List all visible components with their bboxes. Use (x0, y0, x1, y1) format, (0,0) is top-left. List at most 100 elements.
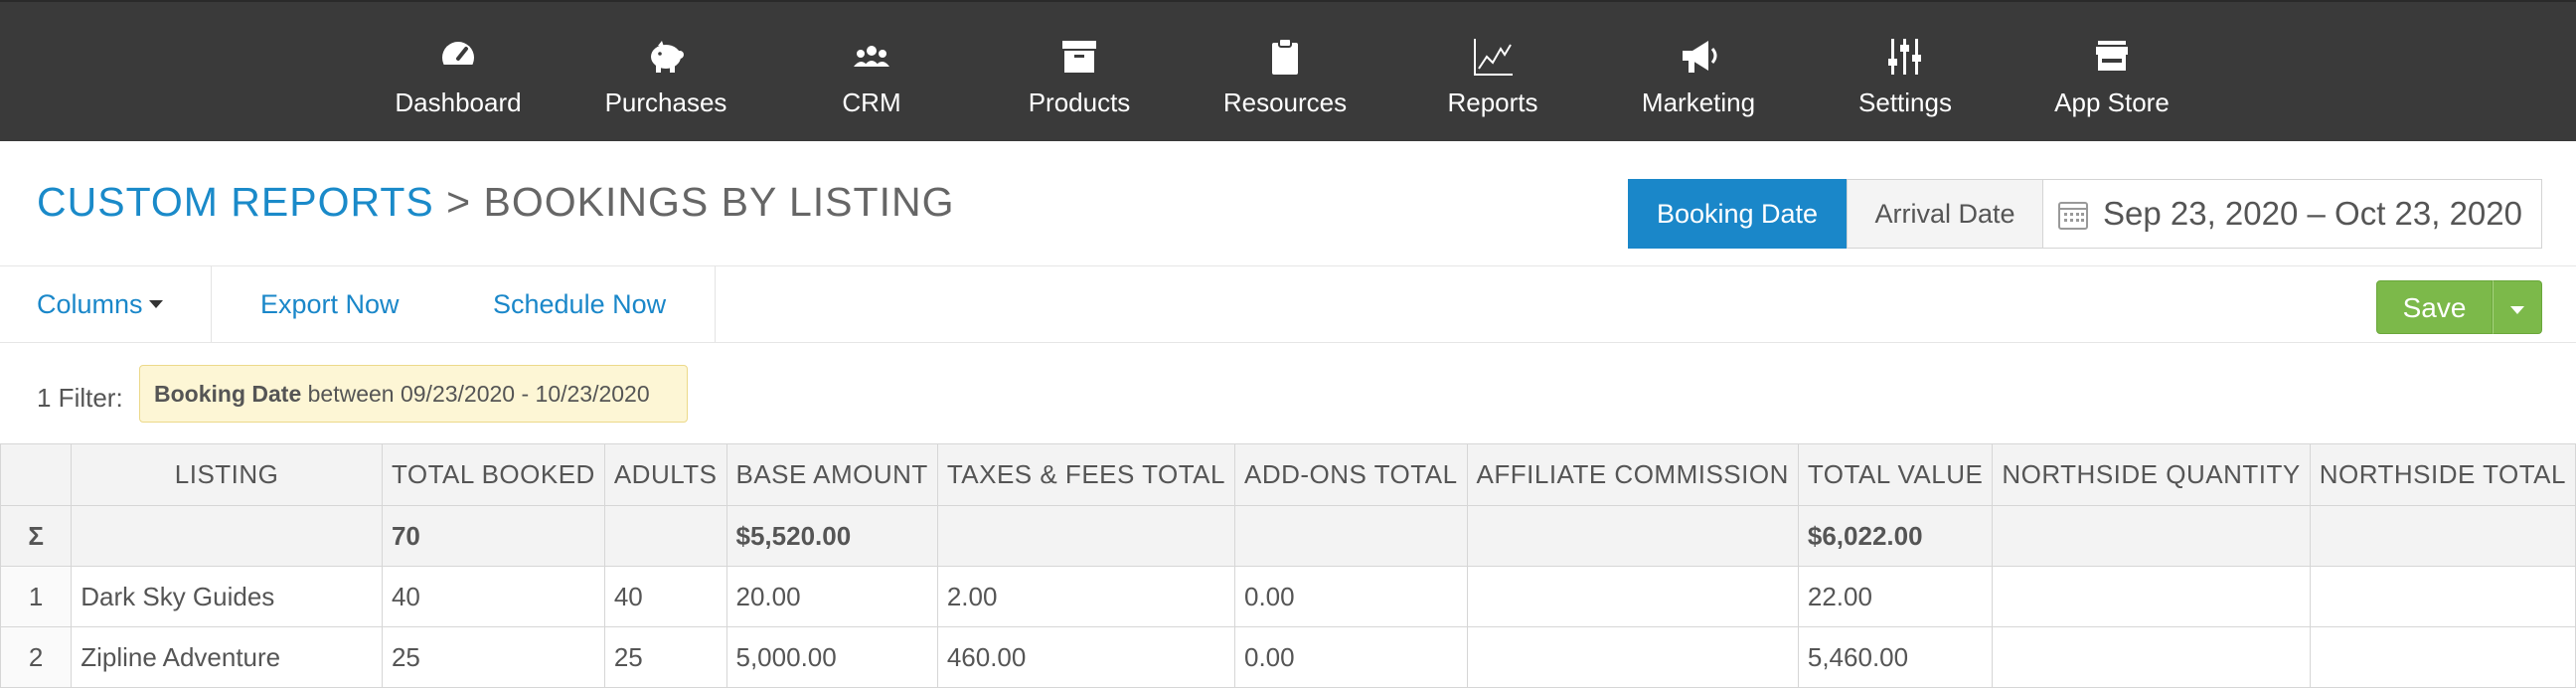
total-cell (2309, 505, 2576, 567)
table-cell (1992, 626, 2311, 688)
table-cell: 0.00 (1234, 626, 1468, 688)
column-header-total-value[interactable]: TOTAL VALUE (1797, 443, 1994, 506)
row-index: 1 (0, 566, 73, 627)
export-now-button[interactable]: Export Now (260, 266, 400, 342)
breadcrumb-separator: > (446, 179, 472, 225)
column-header-adults[interactable]: ADULTS (603, 443, 727, 506)
megaphone-icon (1677, 35, 1720, 79)
nav-label: Resources (1222, 87, 1348, 117)
users-group-icon (850, 35, 893, 79)
save-button[interactable]: Save (2376, 280, 2493, 334)
total-cell: $6,022.00 (1797, 505, 1994, 567)
nav-label: Marketing (1641, 87, 1756, 117)
clipboard-icon (1263, 35, 1307, 79)
nav-label: Reports (1447, 87, 1538, 117)
filter-chip[interactable]: Booking Date between 09/23/2020 - 10/23/… (139, 365, 688, 423)
table-cell (1992, 566, 2311, 627)
page-title: BOOKINGS BY LISTING (483, 179, 955, 225)
table-cell: 5,000.00 (725, 626, 938, 688)
table-cell: 25 (381, 626, 605, 688)
table-cell: 20.00 (725, 566, 938, 627)
toolbar-separator (211, 266, 212, 342)
total-cell: $5,520.00 (725, 505, 938, 567)
column-header-base-amount[interactable]: BASE AMOUNT (725, 443, 938, 506)
line-chart-icon (1471, 35, 1515, 79)
table-cell (1466, 626, 1799, 688)
total-cell (1466, 505, 1799, 567)
nav-dashboard[interactable]: Dashboard (369, 2, 548, 143)
nav-purchases[interactable]: Purchases (576, 2, 755, 143)
nav-products[interactable]: Products (990, 2, 1169, 143)
nav-app-store[interactable]: App Store (2022, 2, 2201, 143)
table-cell (1466, 566, 1799, 627)
archive-box-icon (1057, 35, 1101, 79)
nav-label: Dashboard (395, 87, 522, 117)
table-cell: Zipline Adventure (71, 626, 383, 688)
chevron-down-icon (148, 300, 163, 309)
column-header-add-ons-total[interactable]: ADD-ONS TOTAL (1234, 443, 1468, 506)
column-header-northside-quantity[interactable]: NORTHSIDE QUANTITY (1992, 443, 2311, 506)
columns-label: Columns (37, 289, 143, 319)
divider (0, 342, 2576, 343)
calendar-icon (2057, 199, 2089, 231)
chevron-down-icon (2510, 306, 2524, 314)
totals-row: Σ 70 $5,520.00 $6,022.00 (0, 505, 2576, 567)
nav-reports[interactable]: Reports (1403, 2, 1582, 143)
toolbar-separator (715, 266, 716, 342)
column-header-northside-total[interactable]: NORTHSIDE TOTAL (2309, 443, 2576, 506)
top-navigation: Dashboard Purchases CRM Products Resourc… (0, 0, 2576, 141)
table-cell: 40 (381, 566, 605, 627)
column-header-taxes-fees-total[interactable]: TAXES & FEES TOTAL (936, 443, 1236, 506)
total-cell: 70 (381, 505, 605, 567)
columns-dropdown[interactable]: Columns (37, 266, 163, 342)
filter-field: Booking Date (154, 381, 302, 407)
total-cell (1234, 505, 1468, 567)
date-range-text: Sep 23, 2020 – Oct 23, 2020 (2103, 195, 2522, 232)
nav-marketing[interactable]: Marketing (1609, 2, 1788, 143)
nav-crm[interactable]: CRM (782, 2, 961, 143)
table-cell: 460.00 (936, 626, 1236, 688)
table-cell: Dark Sky Guides (71, 566, 383, 627)
nav-resources[interactable]: Resources (1196, 2, 1374, 143)
save-options-button[interactable] (2493, 280, 2542, 334)
column-header-affiliate-commission[interactable]: AFFILIATE COMMISSION (1466, 443, 1799, 506)
breadcrumb: CUSTOM REPORTS > BOOKINGS BY LISTING (37, 177, 954, 227)
table-cell: 25 (603, 626, 727, 688)
dashboard-gauge-icon (436, 35, 480, 79)
total-cell (603, 505, 727, 567)
nav-label: Purchases (604, 87, 727, 117)
report-table: LISTING TOTAL BOOKED ADULTS BASE AMOUNT … (0, 443, 2576, 688)
arrival-date-toggle[interactable]: Arrival Date (1847, 179, 2043, 249)
booking-date-toggle[interactable]: Booking Date (1628, 179, 1847, 249)
table-cell (2309, 626, 2576, 688)
column-header-total-booked[interactable]: TOTAL BOOKED (381, 443, 605, 506)
total-cell (71, 505, 383, 567)
total-cell (936, 505, 1236, 567)
breadcrumb-custom-reports-link[interactable]: CUSTOM REPORTS (37, 179, 434, 225)
table-cell: 2.00 (936, 566, 1236, 627)
nav-label: Settings (1858, 87, 1952, 117)
sliders-icon (1883, 35, 1927, 79)
table-row[interactable]: 2 Zipline Adventure 25 25 5,000.00 460.0… (0, 626, 2576, 688)
nav-label: CRM (842, 87, 901, 117)
total-cell (1992, 505, 2311, 567)
filter-count-label: 1 Filter: (37, 383, 123, 413)
table-header-row: LISTING TOTAL BOOKED ADULTS BASE AMOUNT … (0, 443, 2576, 506)
column-header-listing[interactable]: LISTING (71, 443, 383, 506)
nav-label: Products (1028, 87, 1131, 117)
table-row[interactable]: 1 Dark Sky Guides 40 40 20.00 2.00 0.00 … (0, 566, 2576, 627)
filter-condition: between 09/23/2020 - 10/23/2020 (307, 381, 650, 407)
table-cell: 40 (603, 566, 727, 627)
table-cell: 22.00 (1797, 566, 1994, 627)
index-column-header (0, 443, 73, 506)
row-index: 2 (0, 626, 73, 688)
date-range-picker[interactable]: Sep 23, 2020 – Oct 23, 2020 (2042, 179, 2542, 249)
table-cell: 5,460.00 (1797, 626, 1994, 688)
nav-settings[interactable]: Settings (1816, 2, 1995, 143)
nav-label: App Store (2054, 87, 2170, 117)
sum-icon: Σ (0, 505, 73, 567)
table-cell (2309, 566, 2576, 627)
storefront-icon (2090, 35, 2134, 79)
schedule-now-button[interactable]: Schedule Now (493, 266, 666, 342)
table-cell: 0.00 (1234, 566, 1468, 627)
